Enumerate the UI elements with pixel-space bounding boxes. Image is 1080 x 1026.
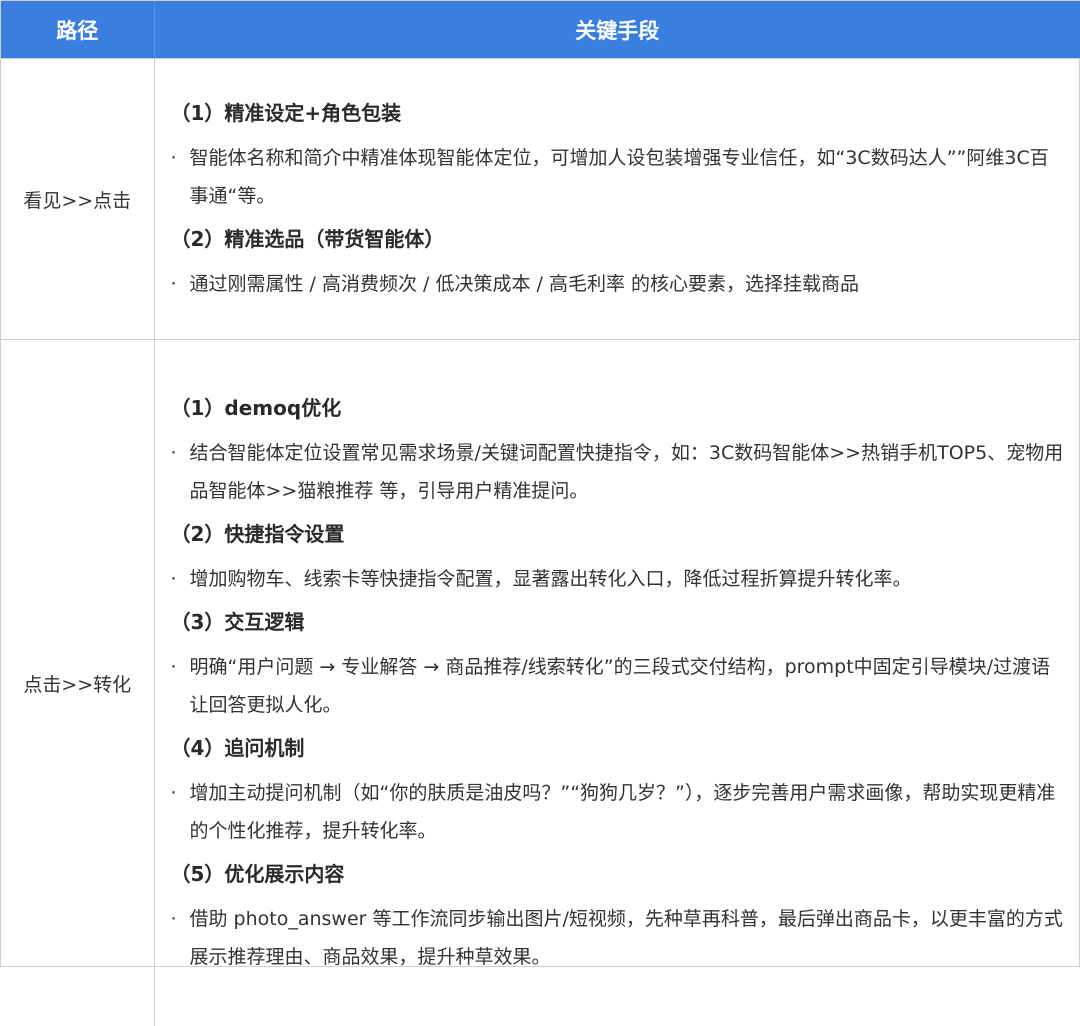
section: （1）精准设定+角色包装 · 智能体名称和简介中精准体现智能体定位，可增加人设包… — [171, 95, 1067, 215]
bullet-dot-icon: · — [171, 139, 187, 177]
section-title: （4）追问机制 — [171, 730, 1067, 766]
bullet-item: · 增加购物车、线索卡等快捷指令配置，显著露出转化入口，降低过程折算提升转化率。 — [171, 560, 1067, 598]
content-cell: （1）demoq优化 · 结合智能体定位设置常见需求场景/关键词配置快捷指令，如… — [154, 340, 1080, 1026]
bullet-text: 增加购物车、线索卡等快捷指令配置，显著露出转化入口，降低过程折算提升转化率。 — [190, 568, 912, 590]
bullet-item: · 借助 photo_answer 等工作流同步输出图片/短视频，先种草再科普，… — [171, 900, 1067, 976]
bullet-dot-icon: · — [171, 265, 187, 303]
section: （4）追问机制 · 增加主动提问机制（如“你的肤质是油皮吗？”“狗狗几岁？”），… — [171, 730, 1067, 850]
section-title: （1）demoq优化 — [171, 390, 1067, 426]
section: （5）优化展示内容 · 借助 photo_answer 等工作流同步输出图片/短… — [171, 856, 1067, 976]
table-row: 点击>>转化 （1）demoq优化 · 结合智能体定位设置常见需求场景/关键词配… — [1, 340, 1080, 1026]
strategy-table-container: 路径 关键手段 看见>>点击 （1）精准设定+角色包装 · 智能体名称和简介中精… — [0, 0, 1080, 967]
section-title: （2）精准选品（带货智能体） — [171, 221, 1067, 257]
bullet-dot-icon: · — [171, 774, 187, 812]
table-header-row: 路径 关键手段 — [1, 1, 1080, 59]
bullet-text: 结合智能体定位设置常见需求场景/关键词配置快捷指令，如：3C数码智能体>>热销手… — [190, 442, 1064, 502]
section: （2）快捷指令设置 · 增加购物车、线索卡等快捷指令配置，显著露出转化入口，降低… — [171, 516, 1067, 598]
section-title: （2）快捷指令设置 — [171, 516, 1067, 552]
path-cell: 看见>>点击 — [1, 59, 154, 340]
content-cell: （1）精准设定+角色包装 · 智能体名称和简介中精准体现智能体定位，可增加人设包… — [154, 59, 1080, 340]
bullet-item: · 明确“用户问题 → 专业解答 → 商品推荐/线索转化”的三段式交付结构，pr… — [171, 648, 1067, 724]
section: （1）demoq优化 · 结合智能体定位设置常见需求场景/关键词配置快捷指令，如… — [171, 390, 1067, 510]
section-title: （5）优化展示内容 — [171, 856, 1067, 892]
bullet-text: 明确“用户问题 → 专业解答 → 商品推荐/线索转化”的三段式交付结构，prom… — [190, 656, 1051, 716]
bullet-item: · 增加主动提问机制（如“你的肤质是油皮吗？”“狗狗几岁？”），逐步完善用户需求… — [171, 774, 1067, 850]
bullet-text: 通过刚需属性 / 高消费频次 / 低决策成本 / 高毛利率 的核心要素，选择挂载… — [190, 273, 859, 295]
bullet-text: 增加主动提问机制（如“你的肤质是油皮吗？”“狗狗几岁？”），逐步完善用户需求画像… — [190, 782, 1056, 842]
bullet-item: · 智能体名称和简介中精准体现智能体定位，可增加人设包装增强专业信任，如“3C数… — [171, 139, 1067, 215]
section: （3）交互逻辑 · 明确“用户问题 → 专业解答 → 商品推荐/线索转化”的三段… — [171, 604, 1067, 724]
bullet-item: · 结合智能体定位设置常见需求场景/关键词配置快捷指令，如：3C数码智能体>>热… — [171, 434, 1067, 510]
strategy-table: 路径 关键手段 看见>>点击 （1）精准设定+角色包装 · 智能体名称和简介中精… — [1, 1, 1080, 1026]
bullet-dot-icon: · — [171, 648, 187, 686]
header-path: 路径 — [1, 1, 154, 59]
section: （2）精准选品（带货智能体） · 通过刚需属性 / 高消费频次 / 低决策成本 … — [171, 221, 1067, 303]
table-row: 看见>>点击 （1）精准设定+角色包装 · 智能体名称和简介中精准体现智能体定位… — [1, 59, 1080, 340]
bullet-dot-icon: · — [171, 560, 187, 598]
section-title: （3）交互逻辑 — [171, 604, 1067, 640]
bullet-text: 智能体名称和简介中精准体现智能体定位，可增加人设包装增强专业信任，如“3C数码达… — [190, 147, 1049, 207]
bullet-dot-icon: · — [171, 434, 187, 472]
bullet-text: 借助 photo_answer 等工作流同步输出图片/短视频，先种草再科普，最后… — [190, 908, 1063, 968]
header-key-means: 关键手段 — [154, 1, 1080, 59]
path-cell: 点击>>转化 — [1, 340, 154, 1026]
bullet-item: · 通过刚需属性 / 高消费频次 / 低决策成本 / 高毛利率 的核心要素，选择… — [171, 265, 1067, 303]
bullet-dot-icon: · — [171, 900, 187, 938]
section-title: （1）精准设定+角色包装 — [171, 95, 1067, 131]
